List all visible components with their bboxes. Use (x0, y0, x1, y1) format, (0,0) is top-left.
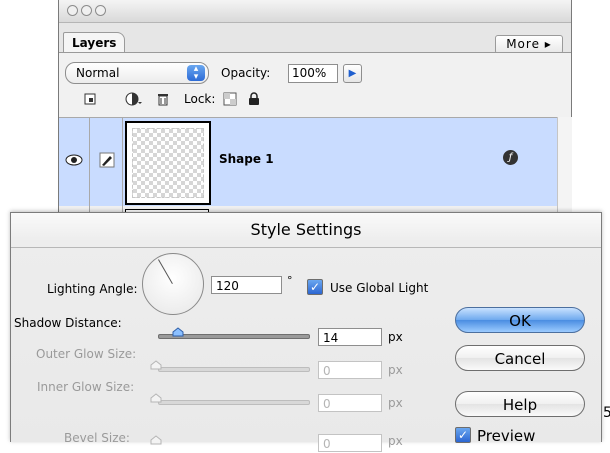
lighting-angle-input[interactable]: 120 (211, 276, 282, 294)
opacity-slider-arrow-button[interactable]: ▶ (343, 64, 362, 83)
adjustment-layer-icon[interactable] (125, 92, 143, 109)
lock-transparency-icon[interactable] (223, 92, 237, 109)
updown-arrows-icon: ▴ ▾ (187, 65, 205, 82)
blend-mode-value: Normal (76, 66, 120, 80)
dialog-title: Style Settings (250, 220, 362, 239)
blend-mode-select[interactable]: Normal ▴ ▾ (65, 62, 209, 84)
tab-layers[interactable]: Layers (63, 32, 125, 53)
help-button[interactable]: Help (455, 391, 585, 417)
inner-glow-slider-thumb[interactable] (150, 393, 162, 403)
palette-title-bar[interactable] (59, 0, 571, 23)
outer-glow-input[interactable]: 0 (318, 361, 382, 379)
lighting-angle-dial[interactable] (142, 253, 204, 315)
screen: Layers More ▸ Normal ▴ ▾ Opacity: 100% ▶ … (0, 0, 610, 452)
ok-button[interactable]: OK (455, 307, 585, 333)
title-divider (11, 247, 601, 248)
bevel-size-unit: px (388, 434, 403, 448)
cancel-button[interactable]: Cancel (455, 345, 585, 371)
eye-icon (65, 154, 83, 166)
lock-label: Lock: (184, 92, 216, 106)
layer-name[interactable]: Shape 1 (219, 152, 274, 166)
layer-style-icon[interactable]: ƒ (503, 150, 518, 165)
inner-glow-input[interactable]: 0 (318, 394, 382, 412)
layer-thumbnail[interactable] (125, 121, 211, 205)
outer-glow-slider-thumb[interactable] (150, 360, 162, 370)
inner-glow-unit: px (388, 396, 403, 410)
outer-glow-label: Outer Glow Size: (36, 347, 137, 361)
edge-text: 5 (603, 405, 610, 421)
visibility-toggle[interactable] (59, 118, 90, 206)
layer-row-shape-1[interactable]: Shape 1 ƒ (59, 117, 557, 207)
bevel-size-slider-thumb[interactable] (150, 435, 162, 445)
bevel-size-label: Bevel Size: (64, 431, 130, 445)
shadow-distance-input[interactable]: 14 (318, 328, 382, 346)
shadow-distance-unit: px (388, 330, 403, 344)
lock-all-icon[interactable] (247, 92, 261, 109)
degree-symbol: ° (287, 274, 293, 287)
use-global-light-checkbox[interactable]: ✓ (307, 279, 323, 295)
shadow-distance-label: Shadow Distance: (14, 316, 122, 330)
outer-glow-unit: px (388, 363, 403, 377)
new-layer-icon[interactable] (83, 92, 97, 109)
angle-needle (158, 259, 173, 284)
shadow-distance-slider-thumb[interactable] (172, 327, 184, 337)
opacity-label: Opacity: (221, 66, 271, 80)
trash-icon[interactable] (156, 92, 170, 109)
brush-icon (99, 152, 115, 168)
zoom-window-button[interactable] (95, 5, 106, 16)
lighting-angle-label: Lighting Angle: (47, 282, 138, 296)
inner-glow-label: Inner Glow Size: (37, 380, 135, 394)
layers-palette-window: Layers More ▸ Normal ▴ ▾ Opacity: 100% ▶ … (58, 0, 572, 232)
layer-link-toggle[interactable] (90, 118, 123, 206)
use-global-light-label: Use Global Light (330, 281, 429, 295)
bevel-size-input[interactable]: 0 (318, 434, 382, 452)
outer-glow-slider-track[interactable] (158, 367, 310, 372)
opacity-input[interactable]: 100% (288, 64, 338, 83)
layers-panel: Normal ▴ ▾ Opacity: 100% ▶ Lock: Shape 1… (59, 52, 572, 232)
minimize-window-button[interactable] (81, 5, 92, 16)
close-window-button[interactable] (67, 5, 78, 16)
inner-glow-slider-track[interactable] (158, 400, 310, 405)
preview-label: Preview (477, 427, 536, 445)
